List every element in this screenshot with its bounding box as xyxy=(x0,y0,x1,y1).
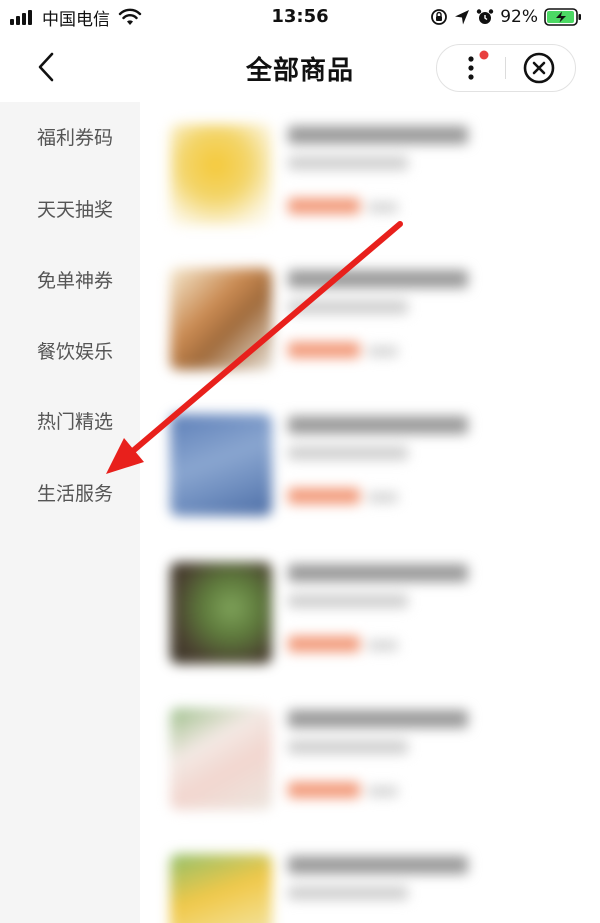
product-original-price-placeholder xyxy=(368,640,398,651)
more-button[interactable] xyxy=(437,45,505,91)
product-price-placeholder xyxy=(288,488,360,504)
notification-dot xyxy=(479,50,489,60)
product-thumbnail xyxy=(170,414,272,516)
orientation-lock-icon xyxy=(431,9,448,25)
sidebar-item-welfare-coupons[interactable]: 福利券码 xyxy=(0,108,140,168)
product-item[interactable] xyxy=(170,562,590,672)
battery-percent: 92% xyxy=(500,7,538,27)
product-item[interactable] xyxy=(170,708,590,818)
product-price-placeholder xyxy=(288,342,360,358)
product-list xyxy=(140,102,600,923)
battery-charging-icon xyxy=(544,8,581,26)
mini-program-capsule xyxy=(436,44,576,92)
product-item[interactable] xyxy=(170,124,590,234)
product-original-price-placeholder xyxy=(368,202,398,213)
product-thumbnail xyxy=(170,854,272,923)
location-icon xyxy=(455,10,470,25)
product-thumbnail xyxy=(170,562,272,664)
sidebar-item-life-services[interactable]: 生活服务 xyxy=(0,464,140,524)
product-item[interactable] xyxy=(170,268,590,378)
product-item[interactable] xyxy=(170,414,590,524)
product-item[interactable] xyxy=(170,854,590,923)
product-thumbnail xyxy=(170,124,272,226)
product-price-placeholder xyxy=(288,636,360,652)
product-thumbnail xyxy=(170,708,272,810)
product-title-placeholder xyxy=(288,416,468,434)
capsule-divider xyxy=(505,57,506,79)
category-sidebar: 福利券码 天天抽奖 免单神券 餐饮娱乐 热门精选 生活服务 xyxy=(0,102,140,923)
sidebar-item-dining-entertainment[interactable]: 餐饮娱乐 xyxy=(0,322,140,382)
product-subtitle-placeholder xyxy=(288,156,408,170)
product-subtitle-placeholder xyxy=(288,300,408,314)
product-original-price-placeholder xyxy=(368,346,398,357)
alarm-icon xyxy=(477,9,494,24)
product-original-price-placeholder xyxy=(368,492,398,503)
product-thumbnail xyxy=(170,268,272,370)
sidebar-item-daily-lottery[interactable]: 天天抽奖 xyxy=(0,180,140,240)
more-vertical-icon xyxy=(468,50,489,80)
status-right: 92% xyxy=(430,5,588,29)
product-title-placeholder xyxy=(288,710,468,728)
nav-bar: 全部商品 xyxy=(0,34,600,102)
product-title-placeholder xyxy=(288,564,468,582)
product-title-placeholder xyxy=(288,856,468,874)
product-title-placeholder xyxy=(288,126,468,144)
product-price-placeholder xyxy=(288,198,360,214)
product-subtitle-placeholder xyxy=(288,740,408,754)
product-price-placeholder xyxy=(288,782,360,798)
close-circle-icon xyxy=(523,52,555,84)
sidebar-item-hot-picks[interactable]: 热门精选 xyxy=(0,392,140,452)
product-subtitle-placeholder xyxy=(288,594,408,608)
product-subtitle-placeholder xyxy=(288,886,408,900)
sidebar-item-free-coupons[interactable]: 免单神券 xyxy=(0,251,140,311)
status-bar: 中国电信 13:56 92% xyxy=(0,0,600,34)
product-title-placeholder xyxy=(288,270,468,288)
close-button[interactable] xyxy=(507,45,575,91)
product-subtitle-placeholder xyxy=(288,446,408,460)
product-original-price-placeholder xyxy=(368,786,398,797)
